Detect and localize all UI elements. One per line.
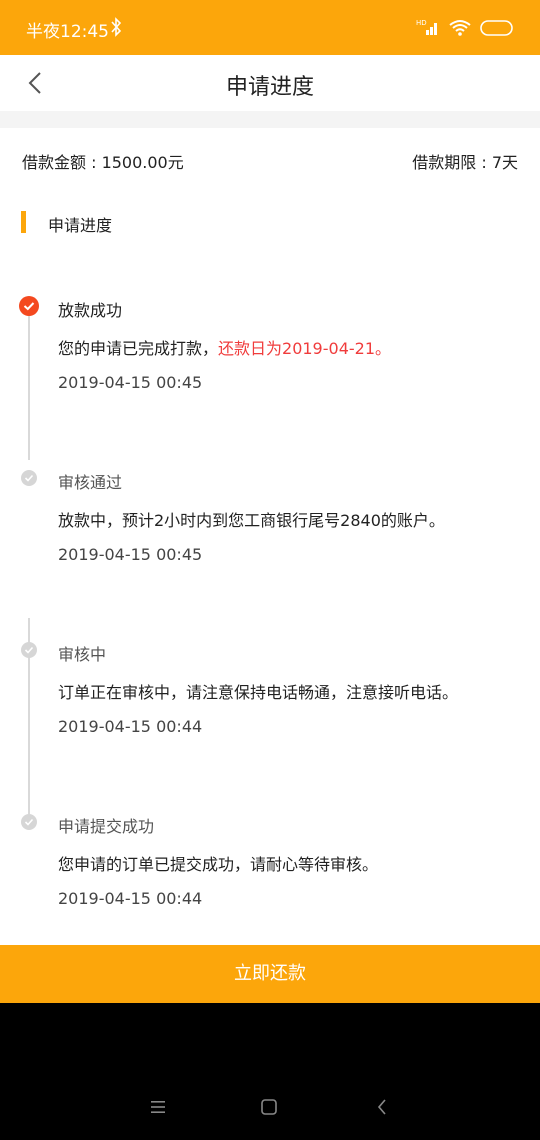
svg-text:HD: HD [416,19,427,27]
status-time: 半夜12:45 [26,22,109,42]
page-title: 申请进度 [225,75,314,100]
home-icon[interactable] [260,1098,278,1116]
step-title: 放款成功 [58,301,123,320]
step-time: 2019-04-15 00:45 [58,545,203,564]
bluetooth-icon [111,17,122,37]
step-description: 放款中，预计2小时内到您工商银行尾号2840的账户。 [58,511,445,530]
timeline-line [28,315,30,460]
step-title: 审核通过 [58,473,123,492]
step-title: 审核中 [58,645,107,664]
menu-icon[interactable] [148,1098,168,1116]
step-check-icon [21,470,37,486]
step-time: 2019-04-15 00:44 [58,717,203,736]
step-description: 订单正在审核中，请注意保持电话畅通，注意接听电话。 [58,683,459,702]
wifi-icon [449,20,471,36]
status-bar: 半夜12:45 HD [0,0,540,55]
step-description: 您申请的订单已提交成功，请耐心等待审核。 [58,855,379,874]
section-title: 申请进度 [48,216,113,235]
divider [0,111,540,128]
step-time: 2019-04-15 00:45 [58,373,203,392]
back-icon[interactable] [375,1097,389,1117]
repay-now-button[interactable]: 立即还款 [0,945,540,1003]
step-check-icon [21,814,37,830]
step-description: 您的申请已完成打款，还款日为2019-04-21。 [58,339,392,358]
battery-icon [480,20,513,36]
loan-summary: 借款金额 : 1500.00元 借款期限 : 7天 [0,128,540,188]
step-title: 申请提交成功 [58,817,155,836]
system-nav-bar [0,1003,540,1140]
repay-date-highlight: 还款日为2019-04-21。 [218,339,392,358]
loan-amount: 借款金额 : 1500.00元 [22,153,184,172]
step-time: 2019-04-15 00:44 [58,889,203,908]
signal-icon: HD [416,19,437,35]
section-accent-bar [21,211,26,233]
nav-header: 申请进度 [0,55,540,111]
loan-term: 借款期限 : 7天 [412,153,518,172]
step-check-icon [21,642,37,658]
step-check-icon [19,296,39,316]
